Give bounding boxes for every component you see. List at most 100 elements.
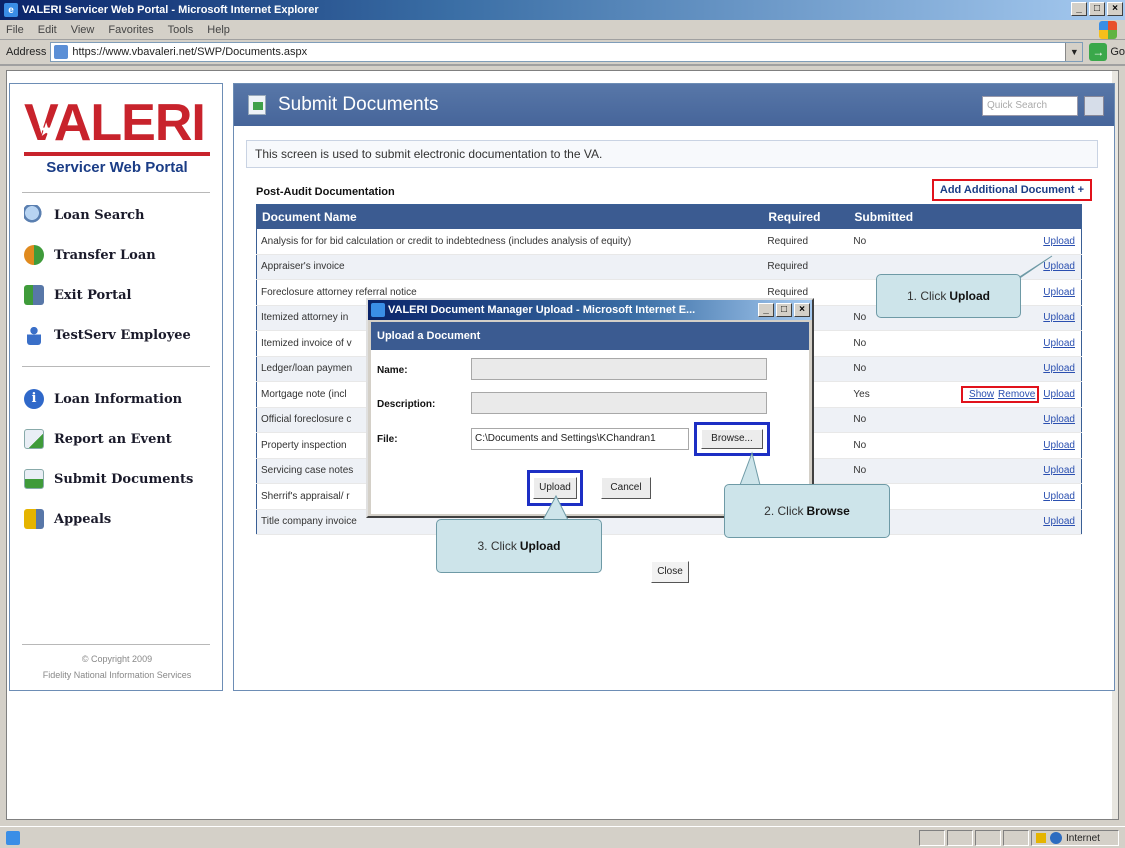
window-title: VALERI Servicer Web Portal - Microsoft I… — [22, 4, 319, 16]
cell-submitted: No — [849, 407, 914, 433]
upload-link[interactable]: Upload — [1043, 338, 1075, 349]
sidebar-item-loan-information[interactable]: i Loan Information — [24, 386, 182, 412]
address-dropdown-icon[interactable]: ▼ — [1065, 43, 1083, 61]
sidebar-item-label: Appeals — [54, 511, 112, 527]
sidebar-divider — [22, 192, 210, 193]
file-path-field[interactable]: C:\Documents and Settings\KChandran1 — [471, 428, 689, 450]
sidebar: VALERI ★ Servicer Web Portal Loan Search… — [9, 83, 223, 691]
upload-link[interactable]: Upload — [1043, 236, 1075, 247]
callout-step-1: 1. Click Upload — [876, 274, 1021, 318]
upload-link[interactable]: Upload — [1043, 389, 1075, 400]
cell-document-name: Appraiser's invoice — [256, 254, 764, 280]
dialog-heading: Upload a Document — [371, 322, 809, 350]
sidebar-item-label: TestServ Employee — [54, 327, 191, 343]
sidebar-item-label: Report an Event — [54, 431, 172, 447]
cell-required: Required — [763, 228, 850, 255]
close-button[interactable]: Close — [651, 561, 689, 583]
appeals-icon — [24, 509, 44, 529]
sidebar-item-label: Loan Search — [54, 207, 145, 223]
upload-highlight — [527, 470, 583, 506]
cell-actions: Upload — [913, 356, 1082, 382]
sidebar-item-loan-search[interactable]: Loan Search — [24, 202, 145, 228]
logo-subtitle: Servicer Web Portal — [46, 159, 188, 176]
show-remove-highlight: Show Remove — [961, 385, 1040, 403]
sidebar-item-appeals[interactable]: Appeals — [24, 506, 111, 532]
sidebar-item-exit-portal[interactable]: Exit Portal — [24, 282, 131, 308]
column-header-document-name: Document Name — [256, 204, 764, 229]
quick-search-button[interactable] — [1084, 96, 1104, 116]
star-icon: ★ — [39, 122, 53, 139]
person-icon — [27, 325, 41, 345]
security-zone: Internet — [1031, 830, 1119, 846]
cell-submitted: No — [849, 356, 914, 382]
close-window-button[interactable]: × — [1107, 2, 1123, 16]
callout-step-2-emphasis: Browse — [806, 504, 850, 518]
report-icon — [24, 429, 44, 449]
cancel-button[interactable]: Cancel — [601, 477, 651, 499]
sidebar-item-testserv-employee[interactable]: TestServ Employee — [24, 322, 191, 348]
go-button[interactable]: → Go — [1089, 43, 1125, 61]
sidebar-item-label: Transfer Loan — [54, 247, 156, 263]
upload-link[interactable]: Upload — [1043, 465, 1075, 476]
maximize-button[interactable]: □ — [1089, 2, 1105, 16]
magnifier-icon — [24, 205, 44, 225]
upload-link[interactable]: Upload — [1043, 491, 1075, 502]
name-field[interactable] — [471, 358, 767, 380]
upload-link[interactable]: Upload — [1043, 440, 1075, 451]
quick-search-input[interactable]: Quick Search — [982, 96, 1078, 116]
dialog-close-button[interactable]: × — [794, 303, 810, 317]
sidebar-item-transfer-loan[interactable]: Transfer Loan — [24, 242, 156, 268]
cell-actions: Show Remove Upload — [913, 381, 1082, 408]
upload-link[interactable]: Upload — [1043, 414, 1075, 425]
sidebar-item-report-event[interactable]: Report an Event — [24, 426, 172, 452]
upload-link[interactable]: Upload — [1043, 516, 1075, 527]
sidebar-item-label: Loan Information — [54, 391, 183, 407]
cell-required: Required — [763, 254, 850, 280]
menu-edit[interactable]: Edit — [38, 24, 57, 36]
cell-submitted: No — [849, 330, 914, 357]
sidebar-item-label: Submit Documents — [54, 471, 194, 487]
callout-step-3-emphasis: Upload — [519, 539, 561, 553]
cell-actions: Upload — [913, 509, 1082, 535]
globe-icon — [1050, 832, 1062, 844]
menu-favorites[interactable]: Favorites — [108, 24, 153, 36]
description-field[interactable] — [471, 392, 767, 414]
dialog-minimize-button[interactable]: _ — [758, 303, 774, 317]
internet-explorer-icon — [371, 303, 385, 317]
page-icon — [54, 45, 69, 59]
callout-step-1-text: 1. Click — [906, 289, 947, 303]
upload-link[interactable]: Upload — [1043, 261, 1075, 272]
cell-actions: Upload — [913, 483, 1082, 510]
section-title: Post-Audit Documentation — [256, 186, 395, 198]
menu-tools[interactable]: Tools — [168, 24, 194, 36]
submit-document-icon — [24, 469, 44, 489]
column-header-submitted: Submitted — [849, 204, 914, 229]
zone-label: Internet — [1066, 832, 1100, 844]
sidebar-item-submit-documents[interactable]: Submit Documents — [24, 466, 193, 492]
info-icon: i — [24, 389, 44, 409]
upload-link[interactable]: Upload — [1043, 287, 1075, 298]
dialog-title: VALERI Document Manager Upload - Microso… — [388, 304, 696, 316]
windows-logo-icon — [1099, 21, 1117, 39]
cell-submitted: No — [849, 228, 914, 255]
cell-actions: Upload — [913, 330, 1082, 357]
status-panel — [919, 830, 945, 846]
remove-link[interactable]: Remove — [998, 389, 1035, 400]
browse-highlight — [694, 422, 770, 456]
copyright-company: Fidelity National Information Services — [42, 670, 192, 680]
status-panels — [919, 830, 1029, 846]
show-link[interactable]: Show — [969, 389, 994, 400]
sidebar-divider — [22, 366, 210, 367]
add-additional-document-link[interactable]: Add Additional Document + — [931, 179, 1092, 201]
upload-link[interactable]: Upload — [1043, 363, 1075, 374]
callout-step-2: 2. Click Browse — [724, 484, 890, 538]
address-label: Address — [6, 46, 47, 58]
menu-help[interactable]: Help — [207, 24, 230, 36]
menu-file[interactable]: File — [6, 24, 24, 36]
dialog-maximize-button[interactable]: □ — [776, 303, 792, 317]
menu-bar: File Edit View Favorites Tools Help — [0, 20, 1125, 40]
minimize-button[interactable]: _ — [1071, 2, 1087, 16]
upload-link[interactable]: Upload — [1043, 312, 1075, 323]
address-input[interactable]: https://www.vbavaleri.net/SWP/Documents.… — [50, 42, 1084, 62]
menu-view[interactable]: View — [71, 24, 95, 36]
